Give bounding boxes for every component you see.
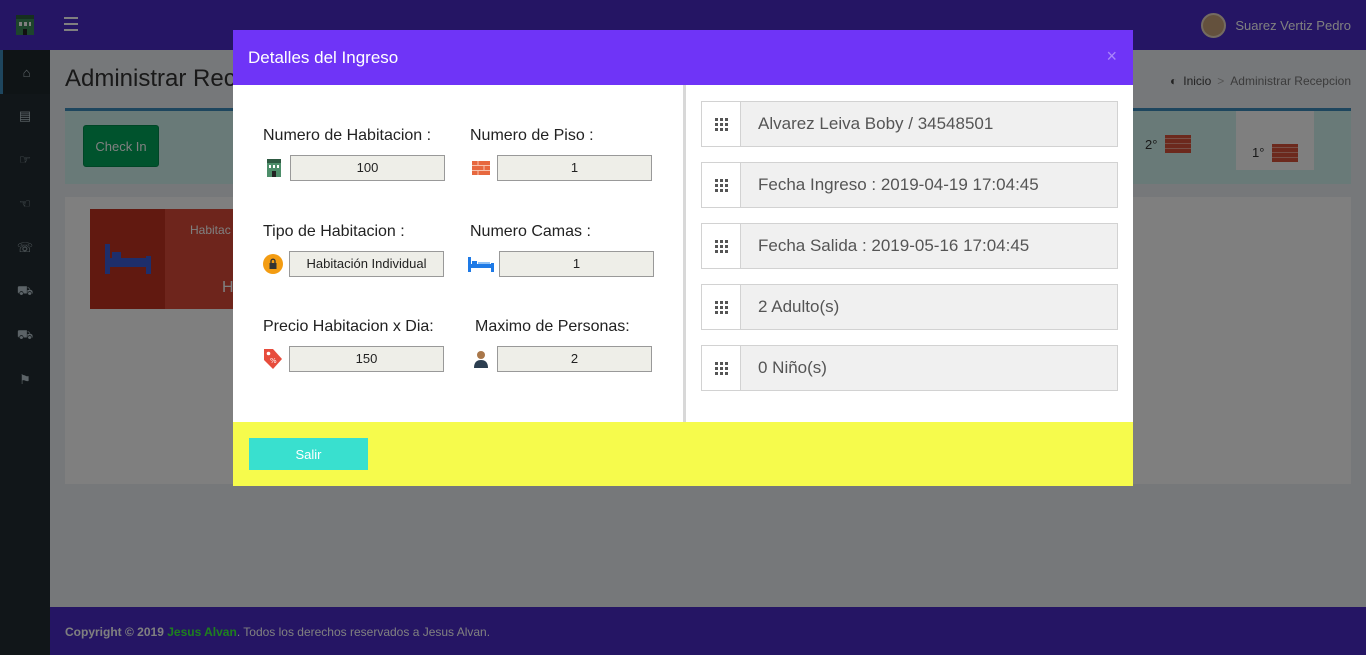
max-people-input[interactable]: 2 bbox=[497, 346, 652, 372]
adults-info: 2 Adulto(s) bbox=[701, 284, 1118, 330]
floor-number-field: Numero de Piso : 1 bbox=[470, 127, 652, 181]
price-input[interactable]: 150 bbox=[289, 346, 444, 372]
room-number-field: Numero de Habitacion : 100 bbox=[263, 127, 445, 181]
checkin-date-info: Fecha Ingreso : 2019-04-19 17:04:45 bbox=[701, 162, 1118, 208]
checkout-date-info: Fecha Salida : 2019-05-16 17:04:45 bbox=[701, 223, 1118, 269]
exit-button[interactable]: Salir bbox=[249, 438, 368, 470]
floor-number-label: Numero de Piso : bbox=[470, 127, 594, 144]
price-label: Precio Habitacion x Dia: bbox=[263, 318, 434, 335]
children-info: 0 Niño(s) bbox=[701, 345, 1118, 391]
bed-icon bbox=[468, 253, 494, 275]
grid-icon bbox=[702, 163, 741, 207]
grid-icon bbox=[702, 224, 741, 268]
beds-label: Numero Camas : bbox=[470, 223, 591, 240]
checkout-date-text: Fecha Salida : 2019-05-16 17:04:45 bbox=[758, 236, 1030, 255]
person-icon bbox=[470, 348, 492, 370]
column-divider bbox=[683, 85, 686, 422]
building-icon bbox=[263, 157, 285, 179]
room-type-input[interactable]: Habitación Individual bbox=[289, 251, 444, 277]
max-people-label: Maximo de Personas: bbox=[475, 318, 630, 335]
room-type-label: Tipo de Habitacion : bbox=[263, 223, 405, 240]
brick-icon bbox=[470, 157, 492, 179]
details-modal: Detalles del Ingreso × Numero de Habitac… bbox=[233, 30, 1133, 486]
close-icon[interactable]: × bbox=[1106, 46, 1117, 67]
grid-icon bbox=[702, 346, 741, 390]
room-number-label: Numero de Habitacion : bbox=[263, 127, 432, 144]
lock-icon bbox=[262, 253, 284, 275]
floor-number-input[interactable]: 1 bbox=[497, 155, 652, 181]
beds-input[interactable]: 1 bbox=[499, 251, 654, 277]
modal-body: Numero de Habitacion : 100 Numero de Pis… bbox=[233, 85, 1133, 422]
guest-name-text: Alvarez Leiva Boby / 34548501 bbox=[758, 114, 994, 133]
room-type-field: Tipo de Habitacion : Habitación Individu… bbox=[263, 223, 444, 277]
grid-icon bbox=[702, 285, 741, 329]
price-tag-icon: % bbox=[262, 348, 284, 370]
grid-icon bbox=[702, 102, 741, 146]
guest-info: Alvarez Leiva Boby / 34548501 bbox=[701, 101, 1118, 147]
checkin-date-text: Fecha Ingreso : 2019-04-19 17:04:45 bbox=[758, 175, 1039, 194]
beds-field: Numero Camas : 1 bbox=[468, 223, 654, 277]
children-text: 0 Niño(s) bbox=[758, 358, 827, 377]
modal-header: Detalles del Ingreso × bbox=[233, 30, 1133, 85]
room-number-input[interactable]: 100 bbox=[290, 155, 445, 181]
svg-text:%: % bbox=[270, 357, 277, 365]
modal-footer: Salir bbox=[233, 422, 1133, 486]
modal-title: Detalles del Ingreso bbox=[248, 47, 399, 67]
max-people-field: Maximo de Personas: 2 bbox=[474, 318, 652, 372]
price-field: Precio Habitacion x Dia: % 150 bbox=[263, 318, 444, 372]
adults-text: 2 Adulto(s) bbox=[758, 297, 840, 316]
